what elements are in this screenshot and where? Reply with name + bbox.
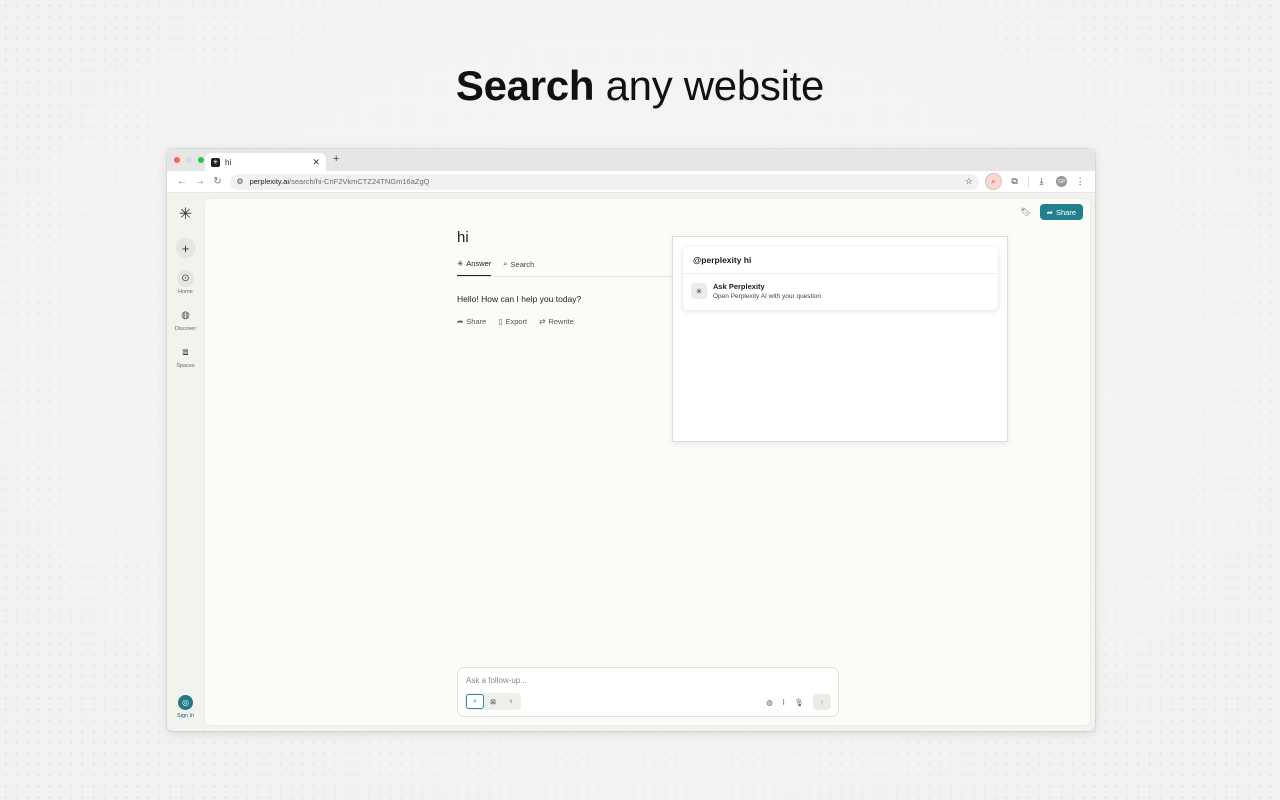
- answer-tabs: ✳ Answer ⌕ Search: [457, 259, 534, 276]
- answer-icon: ✳: [457, 259, 464, 268]
- maximize-window-button[interactable]: [198, 157, 204, 163]
- sign-in-button[interactable]: ◎ Sign In: [177, 695, 194, 719]
- sidebar-item-spaces[interactable]: ⧈ Spaces: [176, 344, 194, 369]
- sign-in-icon: ◎: [178, 695, 193, 710]
- download-icon[interactable]: ⤓: [1033, 176, 1051, 187]
- minimize-window-button[interactable]: [186, 157, 192, 163]
- share-action[interactable]: ➦ Share: [457, 317, 486, 326]
- bookmark-star-icon[interactable]: ☆: [965, 176, 973, 187]
- tab-search[interactable]: ⌕ Search: [503, 259, 534, 276]
- sidebar: ✳ + ⊙ Home ◍ Discover ⧈ Spaces ◎ Sign In: [167, 193, 204, 731]
- browser-tab[interactable]: ✳ hi ✕: [205, 153, 326, 171]
- document-icon: ▯: [498, 317, 503, 326]
- url-path: /search/hi-CnF2VkmCTZ24TNGm16aZgQ: [289, 177, 430, 186]
- rewrite-icon: ⇄: [539, 317, 546, 326]
- microphone-icon[interactable]: 🎙︎: [794, 698, 804, 707]
- answer-actions: ➦ Share ▯ Export ⇄ Rewrite: [457, 317, 574, 326]
- sidebar-item-label: Home: [178, 289, 193, 295]
- tab-title: hi: [225, 157, 232, 167]
- toolbar-divider: [1027, 175, 1029, 188]
- action-label: Rewrite: [548, 317, 574, 326]
- hero-rest: any website: [605, 62, 825, 109]
- tabs-divider: [457, 276, 675, 277]
- address-bar[interactable]: ⚙ perplexity.ai/search/hi-CnF2VkmCTZ24TN…: [230, 173, 979, 190]
- url-host: perplexity.ai: [249, 177, 290, 186]
- hero-bold: Search: [455, 62, 595, 109]
- followup-tools: ◍ ⌇ 🎙︎ ↑: [766, 694, 831, 710]
- home-icon: ⊙: [177, 270, 194, 287]
- sidebar-item-label: Spaces: [176, 363, 195, 369]
- popup-query[interactable]: @perplexity hi: [683, 247, 998, 274]
- action-label: Share: [466, 317, 487, 326]
- close-tab-icon[interactable]: ✕: [312, 157, 320, 168]
- rewrite-action[interactable]: ⇄ Rewrite: [539, 317, 574, 326]
- globe-icon: ◍: [181, 310, 190, 321]
- globe-icon[interactable]: ◍: [766, 698, 773, 707]
- browser-menu-icon[interactable]: ⋮: [1071, 176, 1089, 187]
- site-settings-icon[interactable]: ⚙: [236, 177, 243, 186]
- action-label: Export: [505, 317, 528, 326]
- sidebar-item-discover[interactable]: ◍ Discover: [175, 307, 196, 332]
- sign-in-label: Sign In: [176, 713, 195, 719]
- profile-avatar[interactable]: GP: [1056, 176, 1068, 187]
- perplexity-logo-icon[interactable]: ✳: [177, 206, 195, 224]
- extension-popup: @perplexity hi ✳ Ask Perplexity Open Per…: [672, 236, 1008, 442]
- sidebar-item-label: Discover: [174, 326, 197, 332]
- popup-card: @perplexity hi ✳ Ask Perplexity Open Per…: [683, 247, 998, 310]
- thread-title: hi: [457, 229, 469, 246]
- export-action[interactable]: ▯ Export: [498, 317, 527, 326]
- search-icon: ⌕: [503, 259, 508, 268]
- sidebar-item-home[interactable]: ⊙ Home: [177, 270, 194, 295]
- browser-window: ✳ hi ✕ + ← → ↻ ⚙ perplexity.ai/search/hi…: [167, 149, 1095, 731]
- bookmark-icon[interactable]: 🔖︎: [1020, 207, 1031, 218]
- perplexity-favicon-icon: ✳: [211, 157, 220, 167]
- search-mode-icon[interactable]: ⌕: [466, 694, 484, 709]
- answer-text: Hello! How can I help you today?: [457, 294, 582, 304]
- research-mode-icon[interactable]: ⊠: [484, 694, 502, 709]
- window-controls: [174, 157, 204, 163]
- share-icon: ➦: [457, 317, 464, 326]
- back-icon[interactable]: ←: [173, 176, 191, 187]
- share-button-label: Share: [1055, 207, 1076, 217]
- new-thread-button[interactable]: +: [175, 238, 196, 258]
- perplexity-extension-icon[interactable]: ⌕: [984, 173, 1002, 190]
- hero-heading: Search any website: [0, 62, 1280, 110]
- attach-icon[interactable]: ⌇: [782, 698, 786, 707]
- followup-box: Ask a follow-up... ⌕ ⊠ ♁ ◍ ⌇ 🎙︎ ↑: [457, 667, 839, 717]
- new-tab-icon[interactable]: +: [333, 153, 339, 165]
- tab-label: Answer: [466, 259, 492, 268]
- share-arrow-icon: ➦: [1046, 207, 1053, 217]
- tab-strip: ✳ hi ✕ +: [167, 149, 1095, 171]
- followup-input[interactable]: Ask a follow-up...: [466, 676, 527, 685]
- extensions-puzzle-icon[interactable]: ⧉: [1006, 176, 1024, 187]
- close-window-button[interactable]: [174, 157, 180, 163]
- tab-answer[interactable]: ✳ Answer: [457, 259, 492, 276]
- page-viewport: ✳ + ⊙ Home ◍ Discover ⧈ Spaces ◎ Sign In…: [167, 193, 1095, 731]
- share-button[interactable]: ➦ Share: [1039, 204, 1083, 220]
- perplexity-logo-icon: ✳: [691, 283, 707, 299]
- spaces-icon: ⧈: [182, 347, 189, 358]
- tab-label: Search: [510, 259, 535, 269]
- browser-toolbar: ← → ↻ ⚙ perplexity.ai/search/hi-CnF2VkmC…: [167, 171, 1095, 193]
- reload-icon[interactable]: ↻: [209, 176, 227, 187]
- thread-header-actions: 🔖︎ ➦ Share: [1020, 204, 1083, 220]
- reasoning-mode-icon[interactable]: ♁: [502, 694, 520, 709]
- ask-perplexity-item[interactable]: ✳ Ask Perplexity Open Perplexity AI with…: [683, 274, 998, 308]
- send-button[interactable]: ↑: [813, 694, 831, 710]
- mode-selector: ⌕ ⊠ ♁: [465, 693, 521, 710]
- popup-item-title: Ask Perplexity: [713, 282, 765, 291]
- forward-icon[interactable]: →: [191, 176, 209, 187]
- popup-item-subtitle: Open Perplexity AI with your question: [713, 293, 822, 300]
